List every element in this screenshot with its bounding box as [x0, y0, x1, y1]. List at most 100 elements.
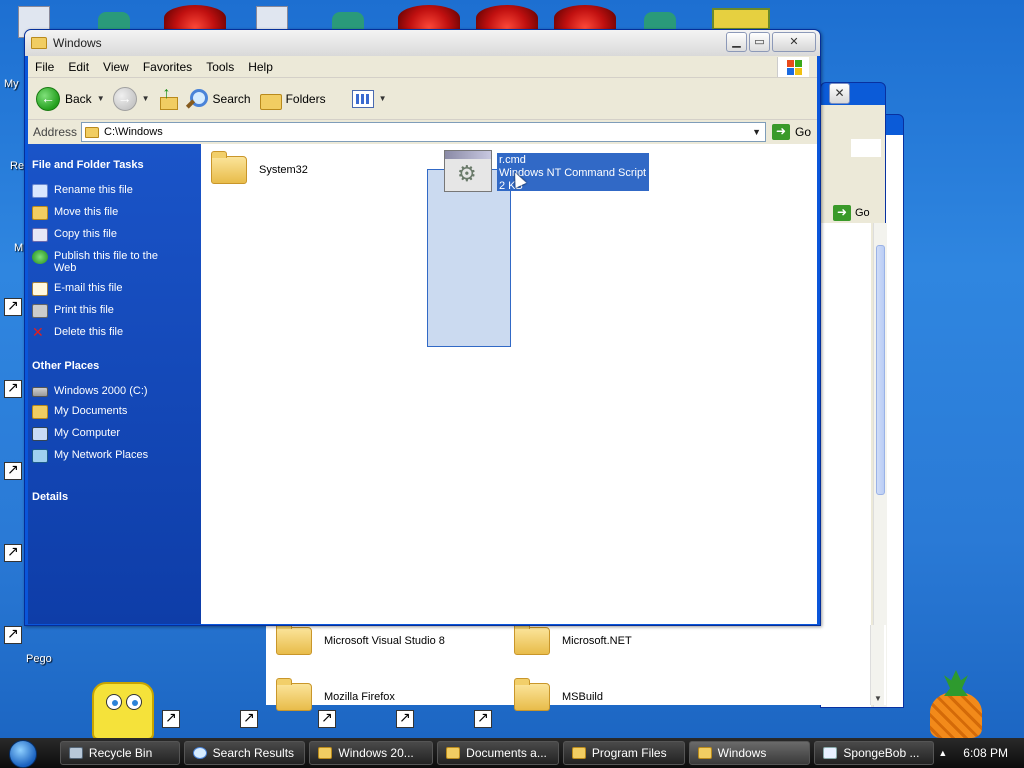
chevron-down-icon[interactable]: ▼	[142, 94, 150, 103]
toolbar: ← Back ▼ → ▼ Search Folders ▼	[28, 78, 817, 120]
close-button[interactable]: ✕	[772, 32, 816, 52]
start-button[interactable]	[0, 738, 44, 768]
menu-file[interactable]: File	[28, 60, 61, 74]
vertical-scrollbar[interactable]: ▼	[870, 625, 884, 705]
taskbar-search-results[interactable]: Search Results	[183, 741, 306, 765]
list-item[interactable]: Microsoft Visual Studio 8	[276, 622, 445, 655]
file-r-cmd[interactable]	[444, 150, 492, 192]
folder-icon	[85, 126, 100, 138]
folder-icon	[276, 678, 312, 711]
menu-view[interactable]: View	[96, 60, 136, 74]
chevron-down-icon[interactable]: ▼	[748, 123, 765, 141]
taskbar-windows-2000[interactable]: Windows 20...	[309, 741, 434, 765]
clock[interactable]: 6:08 PM	[963, 746, 1008, 760]
close-button[interactable]: ✕	[829, 83, 850, 104]
back-button[interactable]: ← Back ▼	[36, 86, 105, 111]
print-file-link[interactable]: Print this file	[32, 304, 197, 318]
menu-help[interactable]: Help	[241, 60, 280, 74]
scroll-down-icon[interactable]: ▼	[874, 694, 882, 703]
place-windows-drive[interactable]: Windows 2000 (C:)	[32, 385, 197, 397]
desktop-label: Pego	[26, 653, 52, 665]
delete-file-link[interactable]: ✕ Delete this file	[32, 325, 197, 340]
task-pane: File and Folder Tasks Rename this file M…	[28, 144, 201, 624]
copy-icon	[32, 228, 48, 242]
taskbar-recycle-bin[interactable]: Recycle Bin	[59, 741, 180, 765]
publish-file-link[interactable]: Publish this file to the Web	[32, 250, 197, 274]
recycle-bin-icon	[68, 747, 83, 759]
place-my-network[interactable]: My Network Places	[32, 449, 197, 463]
go-label: Go	[795, 125, 812, 139]
list-item[interactable]: MSBuild	[514, 678, 603, 711]
views-button[interactable]: ▼	[351, 89, 387, 108]
spongebob-icon[interactable]	[92, 682, 154, 740]
search-icon	[186, 88, 208, 110]
go-button[interactable]: ➜ Go	[772, 124, 811, 140]
folder-icon	[514, 678, 550, 711]
explorer-window[interactable]: Windows ▁ ▭ ✕ File Edit View Favorites T…	[24, 29, 821, 626]
network-icon	[32, 449, 48, 463]
address-bar: Address C:\Windows ▼ ➜ Go	[28, 120, 817, 144]
desktop-label: M	[14, 242, 24, 254]
shortcut-arrow-icon	[4, 379, 22, 398]
red-orb-icon[interactable]	[164, 5, 226, 31]
section-header: File and Folder Tasks	[32, 159, 144, 171]
forward-arrow-icon: →	[112, 86, 137, 111]
desktop-icon[interactable]	[712, 8, 770, 30]
rename-file-link[interactable]: Rename this file	[32, 184, 197, 198]
taskbar-documents[interactable]: Documents a...	[437, 741, 559, 765]
search-button[interactable]: Search	[186, 88, 251, 110]
pineapple-icon[interactable]	[930, 692, 982, 738]
folder-icon	[318, 747, 333, 759]
go-button[interactable]: ➜ Go	[833, 205, 870, 221]
place-my-computer[interactable]: My Computer	[32, 427, 197, 441]
red-orb-icon[interactable]	[398, 5, 460, 31]
back-label: Back	[65, 91, 92, 106]
red-orb-icon[interactable]	[476, 5, 538, 31]
section-header: Other Places	[32, 360, 100, 372]
up-button[interactable]	[158, 85, 178, 110]
desktop-label: Re	[10, 160, 25, 172]
folder-name: MSBuild	[562, 691, 603, 703]
go-arrow-icon: ➜	[772, 124, 791, 140]
list-item[interactable]: Microsoft.NET	[514, 622, 632, 655]
menu-edit[interactable]: Edit	[61, 60, 96, 74]
red-orb-icon[interactable]	[554, 5, 616, 31]
forward-button[interactable]: → ▼	[112, 86, 150, 111]
folder-icon	[697, 747, 712, 759]
title-bar[interactable]: Windows ▁ ▭ ✕	[25, 30, 820, 56]
xp-flag-icon	[851, 139, 881, 157]
email-file-link[interactable]: E-mail this file	[32, 282, 197, 296]
section-header: Details	[32, 491, 69, 503]
folder-system32[interactable]: System32	[211, 151, 308, 184]
maximize-button[interactable]: ▭	[749, 32, 770, 52]
folders-label: Folders	[285, 91, 326, 106]
taskbar-program-files[interactable]: Program Files	[562, 741, 685, 765]
place-my-documents[interactable]: My Documents	[32, 405, 197, 419]
search-icon	[192, 747, 207, 759]
printer-icon	[32, 304, 48, 318]
shortcut-arrow-icon	[4, 625, 22, 644]
file-list[interactable]: System32 r.cmd Windows NT Command Script…	[201, 144, 817, 624]
taskbar-windows[interactable]: Windows	[688, 741, 811, 765]
chevron-down-icon: ▼	[378, 94, 387, 103]
scroll-thumb[interactable]	[876, 245, 885, 495]
list-item[interactable]: Mozilla Firefox	[276, 678, 395, 711]
menu-bar: File Edit View Favorites Tools Help	[28, 56, 817, 78]
address-input[interactable]: C:\Windows ▼	[81, 122, 767, 142]
minimize-button[interactable]: ▁	[726, 32, 747, 52]
menu-tools[interactable]: Tools	[199, 60, 241, 74]
menu-favorites[interactable]: Favorites	[136, 60, 199, 74]
copy-file-link[interactable]: Copy this file	[32, 228, 197, 242]
move-file-link[interactable]: Move this file	[32, 206, 197, 220]
folder-icon	[571, 747, 586, 759]
search-label: Search	[212, 91, 251, 106]
address-label: Address	[33, 125, 78, 139]
folders-button[interactable]: Folders	[259, 90, 326, 110]
background-window[interactable]: ✕ ➜ Go	[820, 82, 887, 708]
taskbar-spongebob[interactable]: SpongeBob ...	[814, 741, 935, 765]
tray-expand-icon[interactable]: ▲	[938, 748, 947, 758]
back-arrow-icon: ←	[36, 86, 60, 111]
details-section[interactable]: Details	[32, 491, 197, 503]
chevron-down-icon[interactable]: ▼	[97, 94, 105, 103]
email-icon	[32, 282, 48, 296]
